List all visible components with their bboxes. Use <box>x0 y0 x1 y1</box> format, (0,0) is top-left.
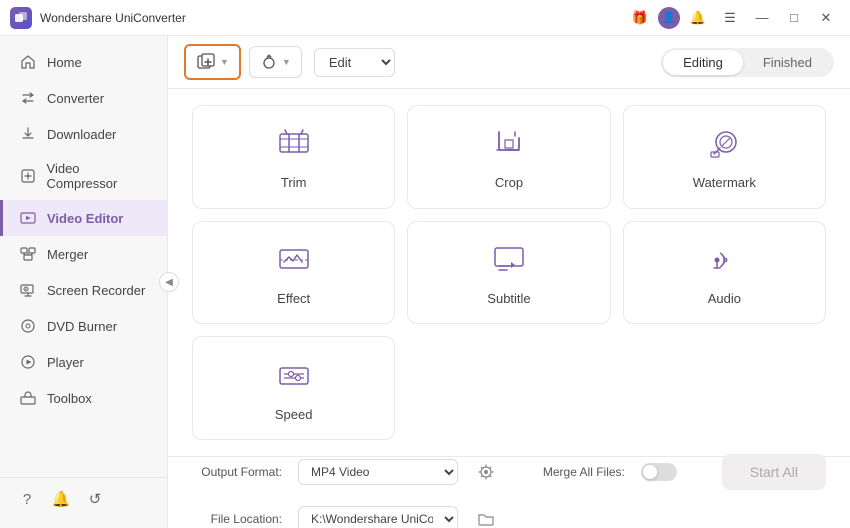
tab-editing[interactable]: Editing <box>663 50 743 75</box>
output-format-select[interactable]: MP4 Video AVI Video MOV Video MKV Video <box>298 459 458 485</box>
home-icon <box>19 53 37 71</box>
add-file-icon <box>196 52 216 72</box>
sidebar-item-merger[interactable]: Merger <box>0 236 167 272</box>
subtitle-label: Subtitle <box>487 291 530 306</box>
minimize-button[interactable]: — <box>748 4 776 32</box>
notification-icon[interactable]: 🔔 <box>50 488 72 510</box>
sidebar-label-screen-recorder: Screen Recorder <box>47 283 145 298</box>
watermark-label: Watermark <box>693 175 756 190</box>
feedback-icon[interactable]: ↺ <box>84 488 106 510</box>
output-format-label: Output Format: <box>192 465 282 479</box>
bottom-bar: Output Format: MP4 Video AVI Video MOV V… <box>168 456 850 528</box>
content-area: ▼ ▼ Edit Rotate Flip Editing Finished <box>168 36 850 528</box>
window-controls: 🎁 👤 🔔 ☰ — □ ✕ <box>626 4 840 32</box>
folder-icon[interactable] <box>474 507 498 528</box>
start-all-button[interactable]: Start All <box>722 454 826 490</box>
sidebar-label-video-compressor: Video Compressor <box>47 161 151 191</box>
sidebar-item-home[interactable]: Home <box>0 44 167 80</box>
menu-icon[interactable]: ☰ <box>716 4 744 32</box>
player-icon <box>19 353 37 371</box>
sidebar-label-player: Player <box>47 355 84 370</box>
compressor-icon <box>19 167 37 185</box>
merger-icon <box>19 245 37 263</box>
sidebar-item-player[interactable]: Player <box>0 344 167 380</box>
trim-card[interactable]: Trim <box>192 105 395 209</box>
bell-icon[interactable]: 🔔 <box>684 4 712 32</box>
merge-all-files-label: Merge All Files: <box>543 465 625 479</box>
tab-group: Editing Finished <box>661 48 834 77</box>
crop-icon <box>488 123 530 165</box>
add-files-button[interactable]: ▼ <box>184 44 241 80</box>
sidebar-collapse-button[interactable]: ◀ <box>159 272 179 292</box>
audio-card[interactable]: Audio <box>623 221 826 325</box>
effect-card[interactable]: Effect <box>192 221 395 325</box>
rotate-button[interactable]: ▼ <box>249 46 302 78</box>
bottom-row-1: Output Format: MP4 Video AVI Video MOV V… <box>192 454 826 490</box>
sidebar-item-video-compressor[interactable]: Video Compressor <box>0 152 167 200</box>
output-settings-icon[interactable] <box>474 460 498 484</box>
speed-label: Speed <box>275 407 313 422</box>
edit-select[interactable]: Edit Rotate Flip <box>314 48 395 77</box>
crop-card[interactable]: Crop <box>407 105 610 209</box>
converter-icon <box>19 89 37 107</box>
editing-grid: Trim Crop <box>168 89 850 456</box>
tab-finished[interactable]: Finished <box>743 50 832 75</box>
title-bar: Wondershare UniConverter 🎁 👤 🔔 ☰ — □ ✕ <box>0 0 850 36</box>
sidebar-label-converter: Converter <box>47 91 104 106</box>
sidebar-item-video-editor[interactable]: Video Editor <box>0 200 167 236</box>
sidebar-label-home: Home <box>47 55 82 70</box>
watermark-icon <box>703 123 745 165</box>
subtitle-card[interactable]: Subtitle <box>407 221 610 325</box>
effect-label: Effect <box>277 291 310 306</box>
trim-icon <box>273 123 315 165</box>
sidebar-label-toolbox: Toolbox <box>47 391 92 406</box>
sidebar-label-dvd-burner: DVD Burner <box>47 319 117 334</box>
merge-toggle[interactable] <box>641 463 677 481</box>
subtitle-icon <box>488 239 530 281</box>
rotate-chevron: ▼ <box>282 57 291 67</box>
user-avatar[interactable]: 👤 <box>658 7 680 29</box>
file-location-select[interactable]: K:\Wondershare UniConverter <box>298 506 458 528</box>
sidebar-item-converter[interactable]: Converter <box>0 80 167 116</box>
maximize-button[interactable]: □ <box>780 4 808 32</box>
effect-icon <box>273 239 315 281</box>
toolbox-icon <box>19 389 37 407</box>
downloader-icon <box>19 125 37 143</box>
trim-label: Trim <box>281 175 307 190</box>
sidebar-label-video-editor: Video Editor <box>47 211 123 226</box>
sidebar-bottom: ? 🔔 ↺ <box>0 477 167 520</box>
close-button[interactable]: ✕ <box>812 4 840 32</box>
sidebar-item-dvd-burner[interactable]: DVD Burner <box>0 308 167 344</box>
help-icon[interactable]: ? <box>16 488 38 510</box>
sidebar-item-screen-recorder[interactable]: Screen Recorder <box>0 272 167 308</box>
sidebar-item-toolbox[interactable]: Toolbox <box>0 380 167 416</box>
sidebar-label-merger: Merger <box>47 247 88 262</box>
file-location-label: File Location: <box>192 512 282 526</box>
audio-label: Audio <box>708 291 741 306</box>
bottom-row-2: File Location: K:\Wondershare UniConvert… <box>192 506 826 528</box>
toolbar: ▼ ▼ Edit Rotate Flip Editing Finished <box>168 36 850 89</box>
screen-recorder-icon <box>19 281 37 299</box>
watermark-card[interactable]: Watermark <box>623 105 826 209</box>
gift-icon[interactable]: 🎁 <box>626 4 654 32</box>
app-title: Wondershare UniConverter <box>40 11 186 25</box>
sidebar: Home Converter Downloader <box>0 36 168 528</box>
sidebar-label-downloader: Downloader <box>47 127 116 142</box>
video-editor-icon <box>19 209 37 227</box>
app-logo <box>10 7 32 29</box>
main-layout: Home Converter Downloader <box>0 36 850 528</box>
add-files-chevron: ▼ <box>220 57 229 67</box>
title-bar-left: Wondershare UniConverter <box>10 7 186 29</box>
speed-card[interactable]: Speed <box>192 336 395 440</box>
sidebar-item-downloader[interactable]: Downloader <box>0 116 167 152</box>
dvd-burner-icon <box>19 317 37 335</box>
speed-icon <box>273 355 315 397</box>
crop-label: Crop <box>495 175 523 190</box>
audio-icon <box>703 239 745 281</box>
